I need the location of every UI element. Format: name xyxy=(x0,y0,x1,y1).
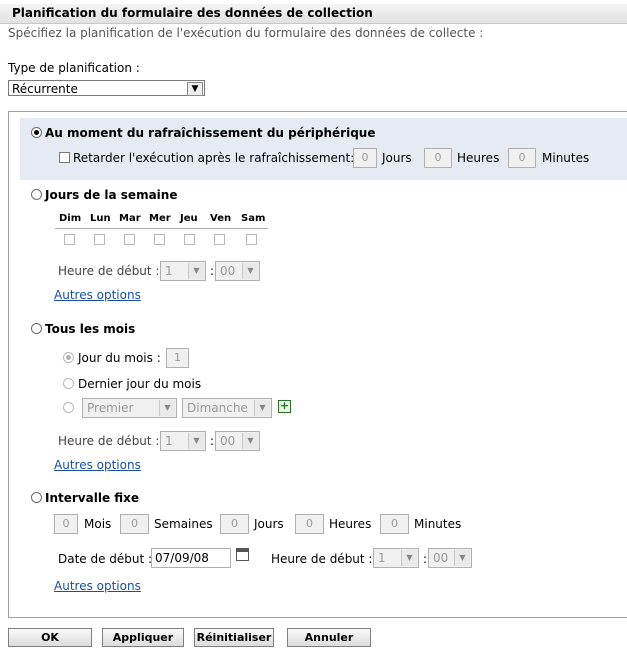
colon-separator: : xyxy=(210,264,215,278)
refresh-radio[interactable] xyxy=(31,127,42,138)
ordinal-select[interactable]: Premier ▼ xyxy=(82,398,177,418)
delay-days-input[interactable]: 0 xyxy=(353,148,377,168)
monthly-hour-value: 1 xyxy=(165,434,173,448)
schedule-type-value: Récurrente xyxy=(12,82,78,96)
monthly-label: Tous les mois xyxy=(45,322,136,336)
fixed-minutes-input[interactable]: 0 xyxy=(380,514,409,534)
fixed-days-label: Jours xyxy=(254,517,284,531)
ok-button[interactable]: OK xyxy=(8,628,92,647)
weekdays-minute-select[interactable]: 00 ▼ xyxy=(215,261,260,281)
fixed-minute-select[interactable]: 00 ▼ xyxy=(428,548,472,568)
day-header: Mar xyxy=(119,213,141,224)
weekday-select[interactable]: Dimanche ▼ xyxy=(182,398,272,418)
day-header: Mer xyxy=(149,213,171,224)
fixed-minute-value: 00 xyxy=(433,551,449,565)
monthly-hour-select[interactable]: 1 ▼ xyxy=(160,431,206,451)
day-of-month-radio[interactable] xyxy=(63,352,74,363)
weekday-value: Dimanche xyxy=(187,401,248,415)
fixed-months-label: Mois xyxy=(84,517,112,531)
day-of-month-input[interactable]: 1 xyxy=(166,348,189,368)
fixed-weeks-label: Semaines xyxy=(154,517,213,531)
delay-hours-label: Heures xyxy=(457,151,500,165)
day-header: Jeu xyxy=(180,213,198,224)
ordinal-value: Premier xyxy=(87,401,134,415)
schedule-type-label: Type de planification : xyxy=(8,61,140,75)
delay-minutes-input[interactable]: 0 xyxy=(508,148,536,168)
monthly-minute-value: 00 xyxy=(220,434,236,448)
nth-weekday-radio[interactable] xyxy=(63,402,74,413)
fixed-hours-label: Heures xyxy=(329,517,372,531)
fixed-minutes-label: Minutes xyxy=(414,517,462,531)
chevron-down-icon: ▼ xyxy=(159,400,175,416)
day-header: Sam xyxy=(241,213,266,224)
cancel-button[interactable]: Annuler xyxy=(287,628,371,647)
fixed-hour-value: 1 xyxy=(378,551,386,565)
monthly-radio[interactable] xyxy=(31,323,42,334)
day-checkbox-ven[interactable] xyxy=(214,234,225,245)
day-checkbox-jeu[interactable] xyxy=(184,234,195,245)
day-checkbox-sam[interactable] xyxy=(246,234,257,245)
chevron-down-icon: ▼ xyxy=(188,433,204,449)
weekdays-start-label: Heure de début : xyxy=(58,264,160,278)
chevron-down-icon: ▼ xyxy=(188,263,204,279)
monthly-more-options-link[interactable]: Autres options xyxy=(54,458,141,472)
day-checkbox-mar[interactable] xyxy=(124,234,135,245)
monthly-start-label: Heure de début : xyxy=(58,434,160,448)
refresh-label: Au moment du rafraîchissement du périphé… xyxy=(45,126,376,140)
fixed-hours-input[interactable]: 0 xyxy=(295,514,324,534)
chevron-down-icon: ▼ xyxy=(242,263,258,279)
add-icon[interactable]: + xyxy=(278,400,291,413)
weekdays-more-options-link[interactable]: Autres options xyxy=(54,288,141,302)
reset-button[interactable]: Réinitialiser xyxy=(194,628,274,647)
fixed-weeks-input[interactable]: 0 xyxy=(120,514,149,534)
day-header: Dim xyxy=(59,213,82,224)
day-header: Lun xyxy=(90,213,111,224)
page-title: Planification du formulaire des données … xyxy=(12,6,373,20)
fixed-months-input[interactable]: 0 xyxy=(54,514,78,534)
fixed-start-time-label: Heure de début : xyxy=(271,552,373,566)
monthly-minute-select[interactable]: 00 ▼ xyxy=(215,431,260,451)
fixed-days-input[interactable]: 0 xyxy=(220,514,249,534)
delay-label: Retarder l'exécution après le rafraîchis… xyxy=(73,151,355,165)
weekdays-hour-value: 1 xyxy=(165,264,173,278)
weekdays-minute-value: 00 xyxy=(220,264,236,278)
weekdays-radio[interactable] xyxy=(31,189,42,200)
fixed-interval-label: Intervalle fixe xyxy=(45,491,140,505)
weekdays-label: Jours de la semaine xyxy=(45,188,178,202)
day-checkbox-lun[interactable] xyxy=(94,234,105,245)
last-day-radio[interactable] xyxy=(63,378,74,389)
day-of-month-label: Jour du mois : xyxy=(78,351,161,365)
delay-minutes-label: Minutes xyxy=(542,151,590,165)
delay-days-label: Jours xyxy=(382,151,412,165)
chevron-down-icon: ▼ xyxy=(242,433,258,449)
start-date-label: Date de début : xyxy=(58,552,153,566)
last-day-label: Dernier jour du mois xyxy=(78,377,202,391)
page-subtitle: Spécifiez la planification de l'exécutio… xyxy=(8,26,484,40)
day-header: Ven xyxy=(210,213,232,224)
start-date-input[interactable]: 07/09/08 xyxy=(151,548,231,568)
calendar-icon[interactable] xyxy=(236,548,249,561)
chevron-down-icon: ▼ xyxy=(401,550,417,566)
day-checkbox-mer[interactable] xyxy=(154,234,165,245)
apply-button[interactable]: Appliquer xyxy=(102,628,184,647)
day-checkbox-dim[interactable] xyxy=(64,234,75,245)
chevron-down-icon: ▼ xyxy=(254,400,270,416)
delay-checkbox[interactable] xyxy=(59,152,70,163)
weekdays-hour-select[interactable]: 1 ▼ xyxy=(160,261,206,281)
chevron-down-icon[interactable]: ▼ xyxy=(187,82,203,96)
colon-separator: : xyxy=(210,434,215,448)
chevron-down-icon: ▼ xyxy=(454,550,470,566)
fixed-hour-select[interactable]: 1 ▼ xyxy=(373,548,419,568)
fixed-interval-radio[interactable] xyxy=(31,492,42,503)
fixed-more-options-link[interactable]: Autres options xyxy=(54,579,141,593)
schedule-type-select[interactable]: Récurrente ▼ xyxy=(8,80,205,96)
colon-separator: : xyxy=(423,552,428,566)
delay-hours-input[interactable]: 0 xyxy=(424,148,452,168)
